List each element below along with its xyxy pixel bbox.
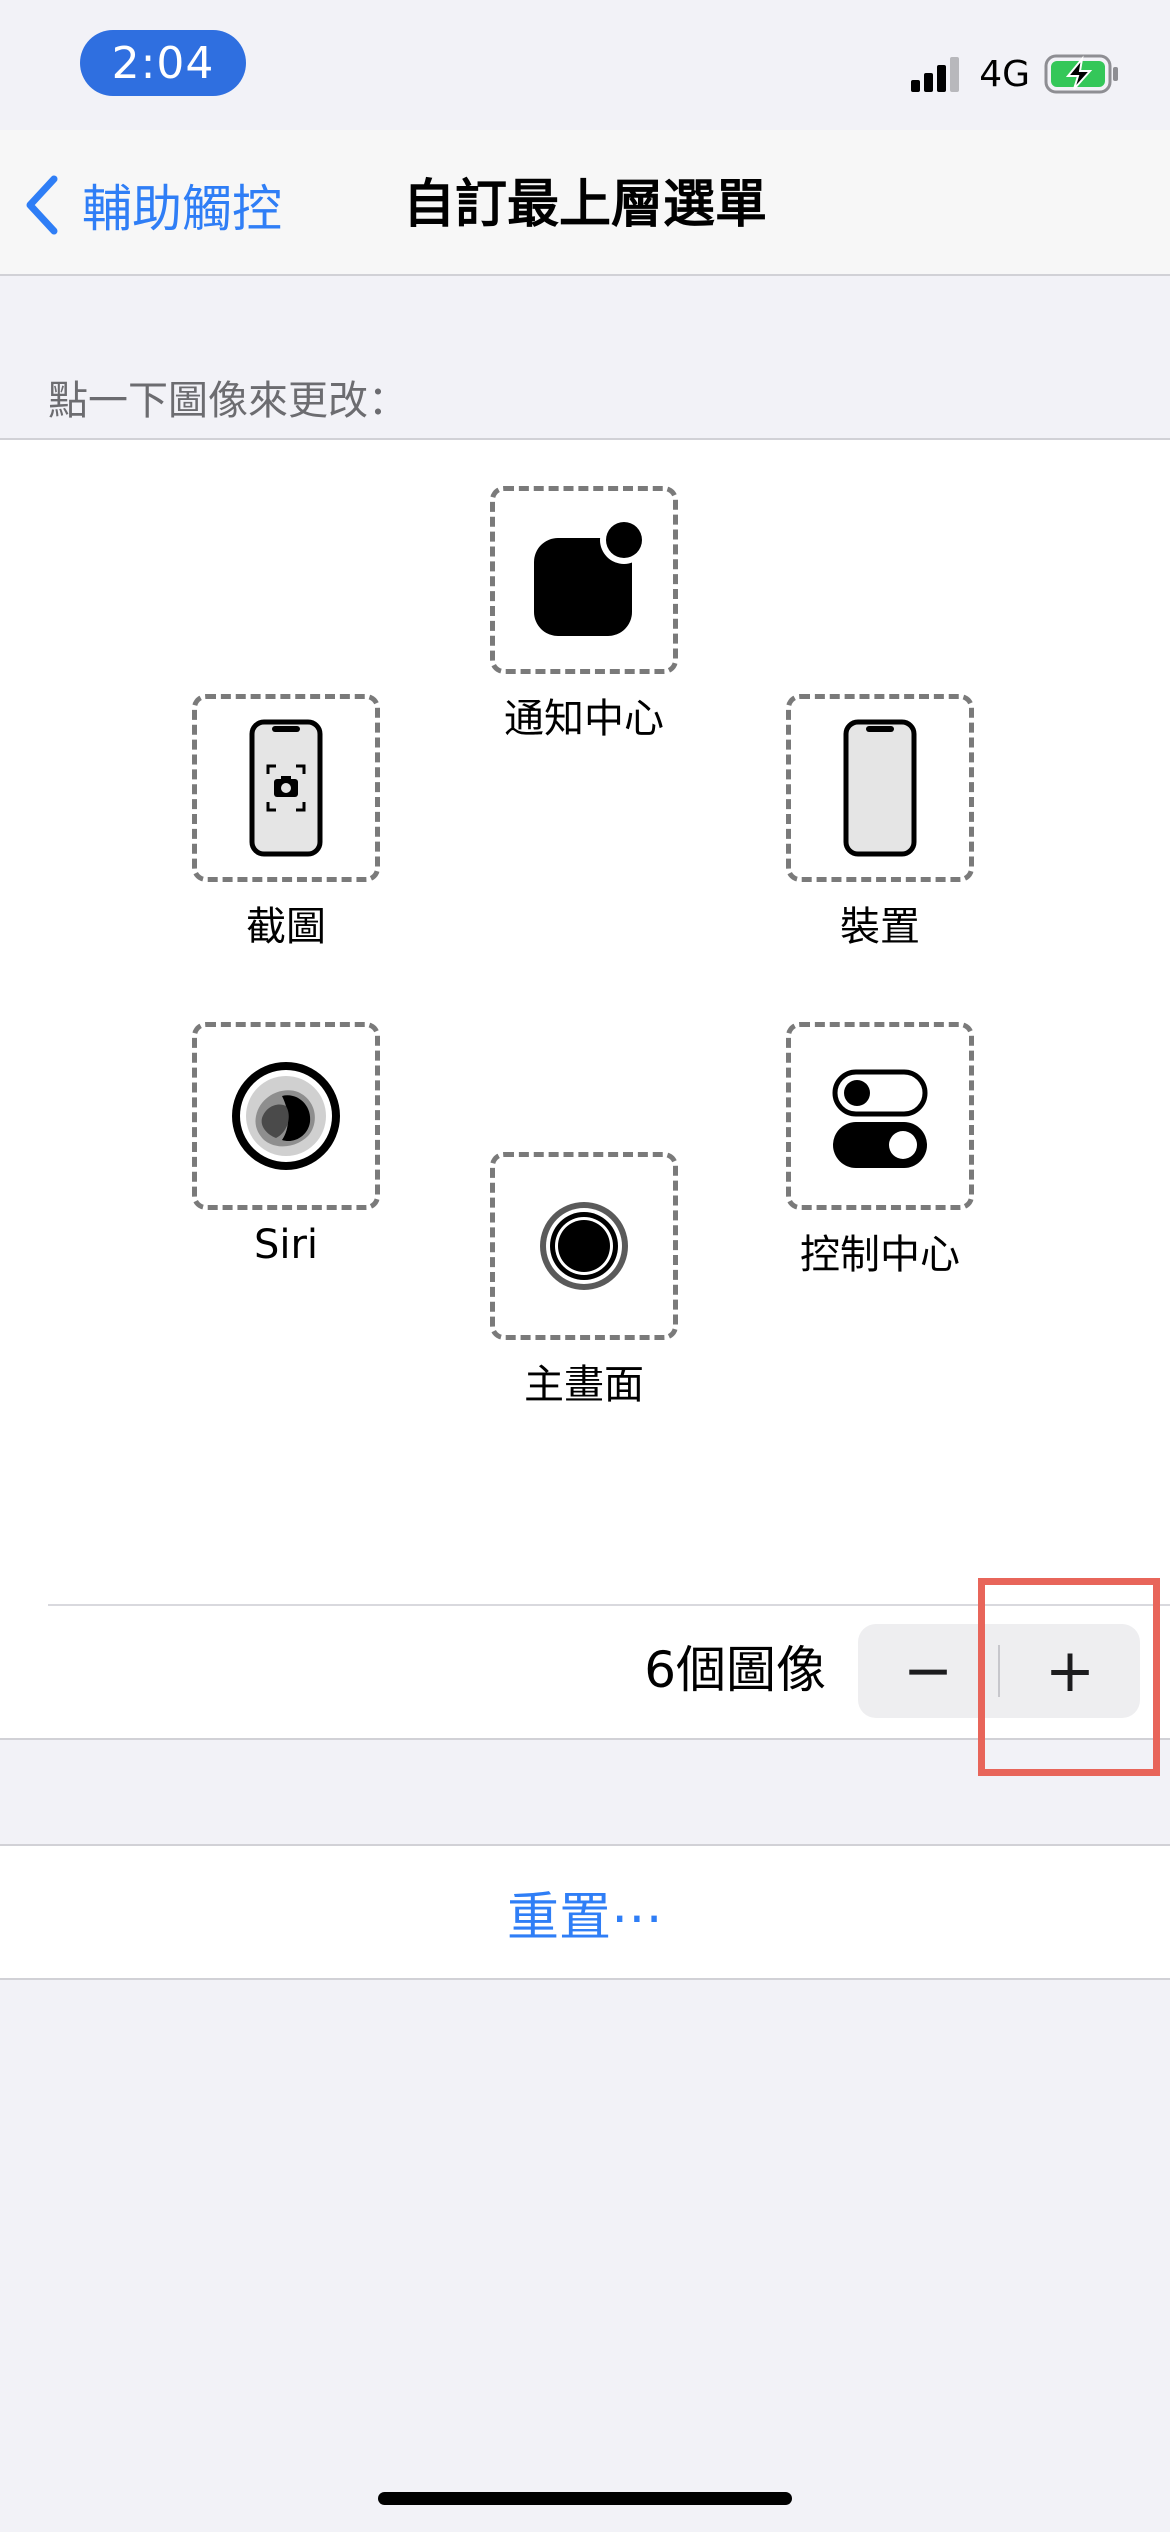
menu-slot-siri[interactable]	[192, 1022, 380, 1210]
menu-slot-device[interactable]	[786, 694, 974, 882]
network-type-label: 4G	[979, 53, 1030, 95]
siri-icon	[232, 1062, 340, 1170]
cellular-signal-icon	[911, 57, 960, 92]
status-time: 2:04	[80, 30, 246, 96]
icon-count-stepper[interactable]: − +	[858, 1624, 1140, 1718]
home-indicator[interactable]	[378, 2492, 792, 2505]
menu-slot-label: 截圖	[246, 904, 326, 950]
menu-slot-label: 控制中心	[800, 1232, 960, 1278]
screenshot-icon	[249, 719, 323, 857]
status-indicators: 4G	[911, 44, 1120, 104]
menu-slot-label: 通知中心	[504, 696, 664, 742]
chevron-left-icon	[26, 175, 58, 235]
reset-button[interactable]: 重置⋯	[0, 1844, 1170, 1980]
menu-slot-label: 主畫面	[524, 1362, 644, 1408]
section-header: 點一下圖像來更改：	[48, 378, 408, 424]
menu-slot-home[interactable]	[490, 1152, 678, 1340]
increment-button[interactable]: +	[1000, 1624, 1140, 1718]
divider	[48, 1604, 1170, 1606]
menu-slot-control-center[interactable]	[786, 1022, 974, 1210]
notification-center-icon	[534, 520, 644, 636]
back-button[interactable]: 輔助觸控	[22, 170, 282, 240]
menu-slot-notification-center[interactable]	[490, 486, 678, 674]
icon-count-label: 6個圖像	[644, 1641, 826, 1699]
device-icon	[843, 719, 917, 857]
decrement-button[interactable]: −	[858, 1624, 998, 1718]
menu-slot-label: Siri	[253, 1222, 319, 1268]
menu-slot-label: 裝置	[840, 904, 920, 950]
battery-charging-icon	[1044, 54, 1118, 94]
control-center-icon	[832, 1069, 928, 1168]
reset-button-label: 重置⋯	[506, 1887, 663, 1948]
menu-slot-screenshot[interactable]	[192, 694, 380, 882]
home-icon	[540, 1202, 628, 1290]
back-button-label: 輔助觸控	[82, 180, 282, 238]
